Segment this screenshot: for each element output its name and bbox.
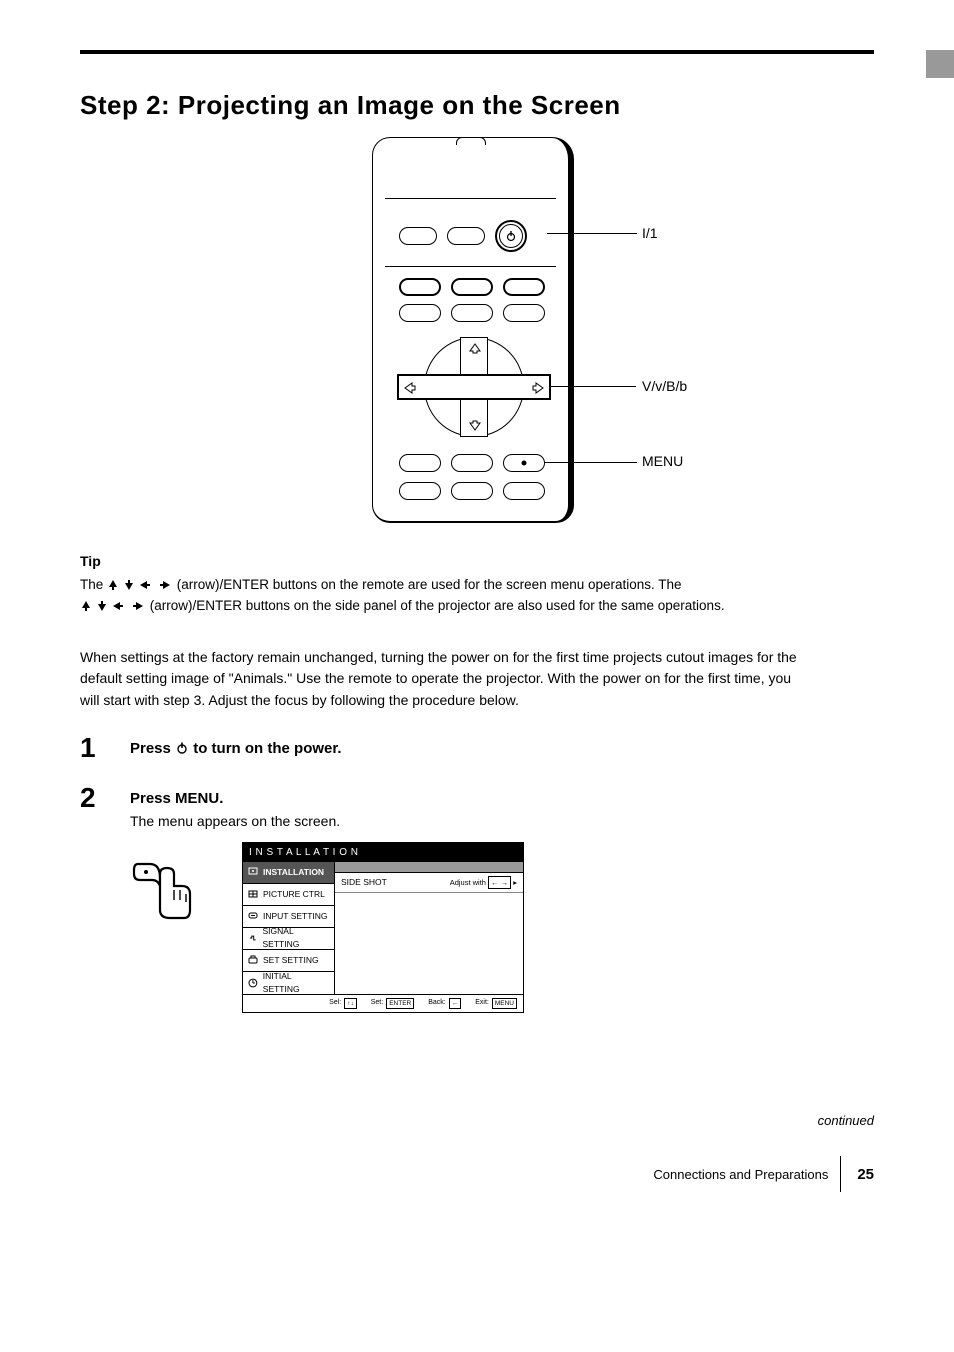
arrow-glyphs-2-icon [80, 598, 150, 613]
tip-heading: Tip [80, 551, 874, 573]
osd-item-initial: INITIAL SETTING [243, 972, 334, 994]
step-1: 1 Press to turn on the power. [80, 734, 874, 763]
side-tab [926, 50, 954, 78]
osd-header: I N S T A L L A T I O N [243, 843, 523, 862]
osd-item-input: INPUT SETTING [243, 906, 334, 928]
page-number: 25 [857, 1166, 874, 1183]
menu-button-icon [503, 454, 545, 472]
osd-item-picture: PICTURE CTRL [243, 884, 334, 906]
osd-item-signal: SIGNAL SETTING [243, 928, 334, 950]
page-title: Step 2: Projecting an Image on the Scree… [80, 90, 874, 121]
intro-text: When settings at the factory remain unch… [80, 647, 800, 712]
step2-lead: Press MENU. [130, 788, 874, 811]
page-footer: continued [80, 1113, 874, 1128]
power-button-icon [495, 220, 527, 252]
step-num-1: 1 [80, 734, 110, 762]
callout-menu: MENU [642, 453, 683, 469]
callout-power: I/1 [642, 225, 658, 241]
callout-arrows: V/v/B/b [642, 378, 687, 394]
step2-desc: The menu appears on the screen. [130, 811, 874, 832]
osd-right-row: SIDE SHOT Adjust with ← → ▸ [335, 873, 523, 893]
tip-body: The (arrow)/ENTER buttons on the remote … [80, 575, 874, 617]
osd-footer: Sel:↑↓ Set:ENTER Back:← Exit:MENU [243, 994, 523, 1013]
power-glyph-icon [175, 740, 189, 763]
dpad-icon [397, 332, 551, 442]
osd-item-set: SET SETTING [243, 950, 334, 972]
osd-item-installation: INSTALLATION [243, 862, 334, 884]
remote-illustration: I/1 V/v/B/b MENU [372, 137, 582, 527]
osd-menu: I N S T A L L A T I O N INSTALLATION PIC… [242, 842, 524, 1014]
step-2: 2 Press MENU. The menu appears on the sc… [80, 784, 874, 1013]
finger-press-icon [130, 850, 200, 922]
tip-section: Tip The (arrow)/ENTER buttons on the rem… [80, 551, 874, 617]
continued-label: continued [818, 1113, 874, 1128]
arrow-glyphs-icon [107, 577, 177, 592]
osd-sidebar: INSTALLATION PICTURE CTRL INPUT SETTING [243, 862, 335, 994]
footer-section: Connections and Preparations [653, 1167, 828, 1182]
step-num-2: 2 [80, 784, 110, 812]
